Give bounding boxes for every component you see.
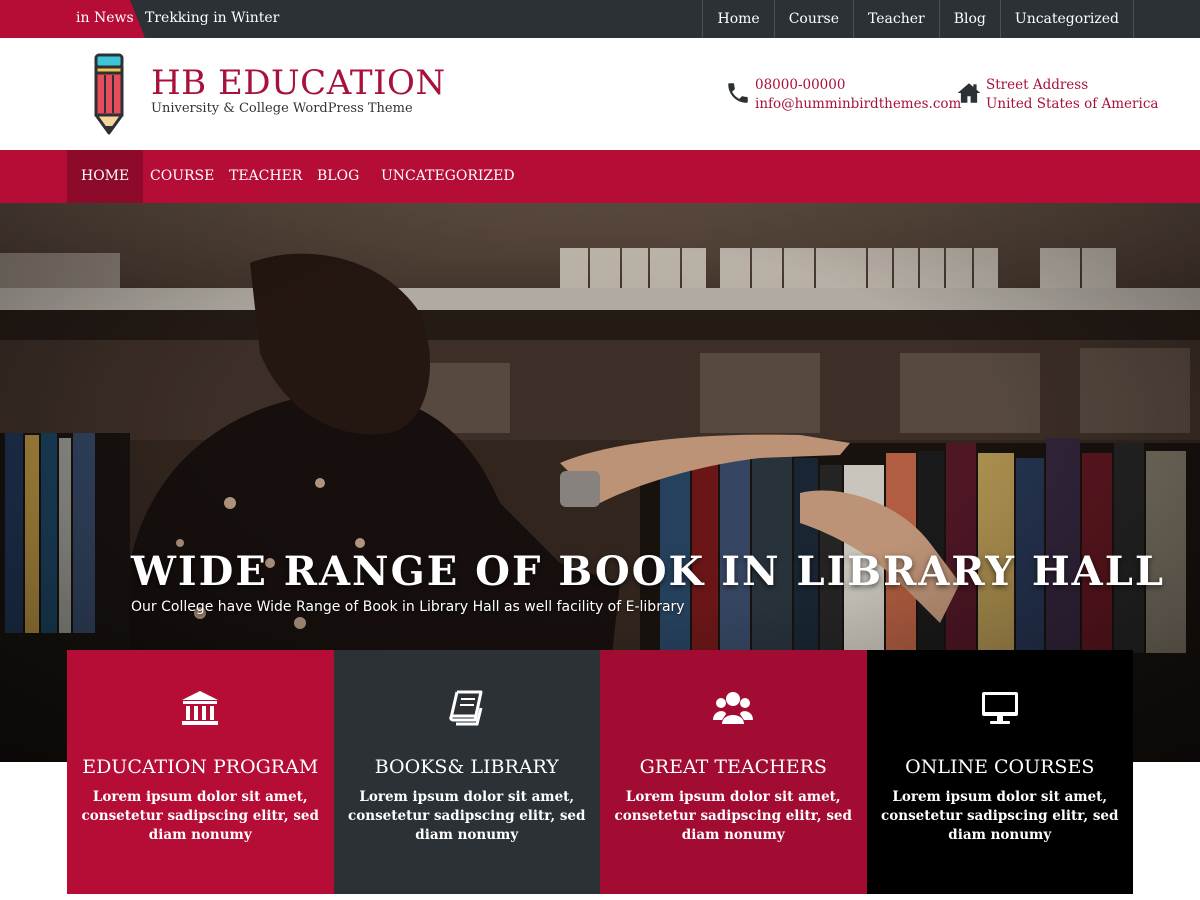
feature-text: Lorem ipsum dolor sit amet, consetetur s… bbox=[348, 789, 586, 843]
users-icon bbox=[713, 692, 754, 724]
address-line-1: Street Address bbox=[986, 77, 1089, 93]
top-menu-blog[interactable]: Blog bbox=[938, 0, 1000, 38]
hero-title: WIDE RANGE OF BOOK IN LIBRARY HALL bbox=[131, 548, 1165, 595]
feature-title: BOOKS& LIBRARY bbox=[374, 756, 559, 778]
book-icon bbox=[449, 690, 483, 726]
news-tag: in News bbox=[0, 0, 145, 38]
feature-books-library[interactable]: BOOKS& LIBRARY Lorem ipsum dolor sit ame… bbox=[333, 650, 600, 894]
feature-text: Lorem ipsum dolor sit amet, consetetur s… bbox=[614, 789, 852, 843]
nav-item-uncategorized[interactable]: UNCATEGORIZED bbox=[367, 150, 529, 203]
feature-online-courses[interactable]: ONLINE COURSES Lorem ipsum dolor sit ame… bbox=[866, 650, 1133, 894]
top-menu-uncategorized[interactable]: Uncategorized bbox=[999, 0, 1134, 38]
feature-boxes: EDUCATION PROGRAM Lorem ipsum dolor sit … bbox=[67, 650, 1133, 894]
feature-great-teachers[interactable]: GREAT TEACHERS Lorem ipsum dolor sit ame… bbox=[600, 650, 867, 894]
top-menu: Home Course Teacher Blog Uncategorized bbox=[702, 0, 1134, 38]
top-menu-course[interactable]: Course bbox=[773, 0, 853, 38]
monitor-icon bbox=[981, 692, 1018, 724]
site-header: HB EDUCATION University & College WordPr… bbox=[0, 38, 1200, 150]
building-icon bbox=[182, 691, 219, 725]
feature-title: EDUCATION PROGRAM bbox=[82, 756, 319, 778]
pencil-icon[interactable] bbox=[94, 53, 124, 135]
feature-text: Lorem ipsum dolor sit amet, consetetur s… bbox=[81, 789, 319, 843]
hero-subtitle: Our College have Wide Range of Book in L… bbox=[131, 599, 685, 615]
phone-number[interactable]: 08000-00000 bbox=[755, 76, 961, 95]
phone-icon bbox=[728, 83, 748, 103]
site-tagline: University & College WordPress Theme bbox=[151, 101, 413, 116]
nav-item-teacher[interactable]: TEACHER bbox=[215, 150, 316, 203]
feature-education-program[interactable]: EDUCATION PROGRAM Lorem ipsum dolor sit … bbox=[67, 650, 334, 894]
site-title[interactable]: HB EDUCATION bbox=[151, 63, 446, 103]
news-headline-link[interactable]: Trekking in Winter bbox=[145, 10, 279, 26]
feature-title: ONLINE COURSES bbox=[905, 756, 1095, 778]
nav-item-home[interactable]: HOME bbox=[67, 150, 144, 203]
top-menu-teacher[interactable]: Teacher bbox=[853, 0, 939, 38]
contact-address: Street Address United States of America bbox=[956, 76, 1158, 114]
top-bar: in News Trekking in Winter Home Course T… bbox=[0, 0, 1200, 38]
nav-item-blog[interactable]: BLOG bbox=[303, 150, 373, 203]
news-label: in News bbox=[76, 10, 134, 26]
feature-title: GREAT TEACHERS bbox=[639, 756, 827, 778]
address-line-2: United States of America bbox=[986, 96, 1159, 112]
home-icon bbox=[957, 83, 981, 103]
contact-phone: 08000-00000 info@humminbirdthemes.com bbox=[725, 76, 961, 114]
email-link[interactable]: info@humminbirdthemes.com bbox=[755, 95, 961, 114]
top-menu-home[interactable]: Home bbox=[702, 0, 773, 38]
feature-text: Lorem ipsum dolor sit amet, consetetur s… bbox=[881, 789, 1119, 843]
main-navigation: HOME COURSE TEACHER BLOG UNCATEGORIZED bbox=[0, 150, 1200, 203]
